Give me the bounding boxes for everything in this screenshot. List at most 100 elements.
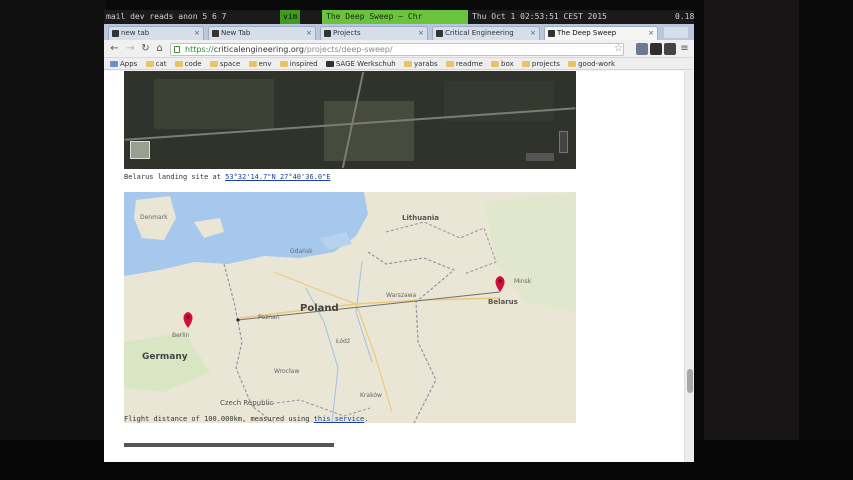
close-icon[interactable]: × [648,27,654,39]
landing-marker [495,276,505,292]
launch-marker [183,312,193,328]
bookmark-folder[interactable]: good-work [568,58,615,70]
page-icon [436,30,443,37]
country-border [385,221,497,275]
bookmark-folder[interactable]: readme [445,58,483,70]
satellite-map[interactable] [124,71,576,169]
system-status-bar: mail dev reads anon 5 6 7 vim The Deep S… [104,10,694,24]
bookmark-apps[interactable]: Apps [110,58,137,70]
page-icon [548,30,555,37]
tab-1[interactable]: new tab × [108,26,204,40]
map-scale [526,153,554,161]
clock: Thu Oct 1 02:53:51 CEST 2015 [472,12,607,21]
folder-icon [521,61,530,67]
address-bar[interactable]: https://criticalengineering.org/projects… [170,43,624,56]
flight-distance-caption: Flight distance of 100.000km, measured u… [124,415,369,423]
battery-level: 0.18 [675,12,694,21]
forest-area [484,192,576,312]
lock-icon [174,46,180,53]
window-title: The Deep Sweep ~ Chr [322,10,468,24]
menu-icon[interactable]: ≡ [678,42,691,55]
country-label: Lithuania [402,214,440,222]
folder-icon [174,61,183,67]
bookmark-folder[interactable]: env [248,58,271,70]
bookmark-folder[interactable]: space [209,58,240,70]
tab-2[interactable]: New Tab × [208,26,316,40]
close-icon[interactable]: × [530,27,536,39]
coordinates-link[interactable]: 53°32'14.7"N 27°40'36.0"E [225,173,330,181]
folder-icon [491,61,500,67]
marker-dot [186,315,190,319]
city-label: Wrocław [274,368,300,375]
bookmark-folder[interactable]: yarabs [403,58,438,70]
reload-icon[interactable]: ↻ [139,42,152,55]
folder-icon [403,61,412,67]
bookmark-link[interactable]: SAGE Werkschuh [325,58,396,70]
close-icon[interactable]: × [194,27,200,39]
terrain-patch [324,101,414,161]
tab-4[interactable]: Critical Engineering × [432,26,540,40]
apps-icon [110,61,118,67]
city-label: Minsk [514,278,532,285]
city-label: Łódź [336,338,351,345]
city-label: Poznań [258,314,280,321]
close-icon[interactable]: × [306,27,312,39]
workspace-active[interactable]: vim [280,10,301,24]
scrollbar-thumb[interactable] [687,369,693,393]
terrain-patch [154,79,274,129]
bookmark-folder[interactable]: projects [521,58,560,70]
new-tab-button[interactable] [664,27,688,38]
page-viewport[interactable]: Belarus landing site at 53°32'14.7"N 27°… [104,71,694,462]
home-icon[interactable]: ⌂ [153,42,166,55]
room-background-left [0,0,106,480]
bookmark-folder[interactable]: box [491,58,514,70]
folder-icon [248,61,257,67]
folder-icon [568,61,577,67]
city-label: Warszawa [386,292,417,299]
map-graphic [124,192,576,423]
back-arrow-icon[interactable]: ← [108,42,121,55]
folder-icon [279,61,288,67]
close-icon[interactable]: × [418,27,424,39]
bookmark-folder[interactable]: code [174,58,202,70]
wall-panel [704,0,799,470]
map-type-thumbnail[interactable] [130,141,150,159]
extension-icon[interactable] [636,43,648,55]
workspace-list[interactable]: mail dev reads anon 5 6 7 [106,10,226,24]
satellite-caption: Belarus landing site at 53°32'14.7"N 27°… [124,173,331,181]
projected-screen: mail dev reads anon 5 6 7 vim The Deep S… [104,10,694,462]
room-background-right [694,0,853,480]
country-label: Germany [142,352,188,362]
browser-toolbar: ← → ↻ ⌂ https://criticalengineering.org/… [104,40,694,58]
country-label: Poland [300,303,339,314]
flight-distance-value: 100.000km [204,415,243,423]
bookmark-folder[interactable]: cat [145,58,166,70]
extension-icon[interactable] [664,43,676,55]
measure-service-link[interactable]: this service [314,415,365,423]
page-footer-bar [124,443,334,447]
page-icon [324,30,331,37]
route-map[interactable]: Poland Lithuania Belarus Germany Czech R… [124,192,576,423]
bookmark-star-icon[interactable]: ☆ [612,42,625,55]
page-icon [112,30,119,37]
tab-5-active[interactable]: The Deep Sweep × [544,26,658,40]
page-icon [325,61,334,67]
start-point [236,318,240,322]
highway [273,271,393,413]
bookmarks-bar: Apps cat code space env inspired SAGE We… [104,58,694,70]
tab-strip: new tab × New Tab × Projects × Critical Eng… [104,24,694,40]
tab-3[interactable]: Projects × [320,26,428,40]
page-icon [212,30,219,37]
zoom-control[interactable] [559,131,568,153]
city-label: Gdańsk [290,248,313,255]
extension-icon[interactable] [650,43,662,55]
country-label: Czech Republic [220,399,274,407]
country-label: Belarus [488,298,518,306]
folder-icon [445,61,454,67]
bookmark-folder[interactable]: inspired [279,58,318,70]
vertical-scrollbar[interactable] [684,71,694,462]
folder-icon [209,61,218,67]
forward-arrow-icon[interactable]: → [124,42,137,55]
city-label: Kraków [360,392,382,399]
marker-dot [498,279,502,283]
